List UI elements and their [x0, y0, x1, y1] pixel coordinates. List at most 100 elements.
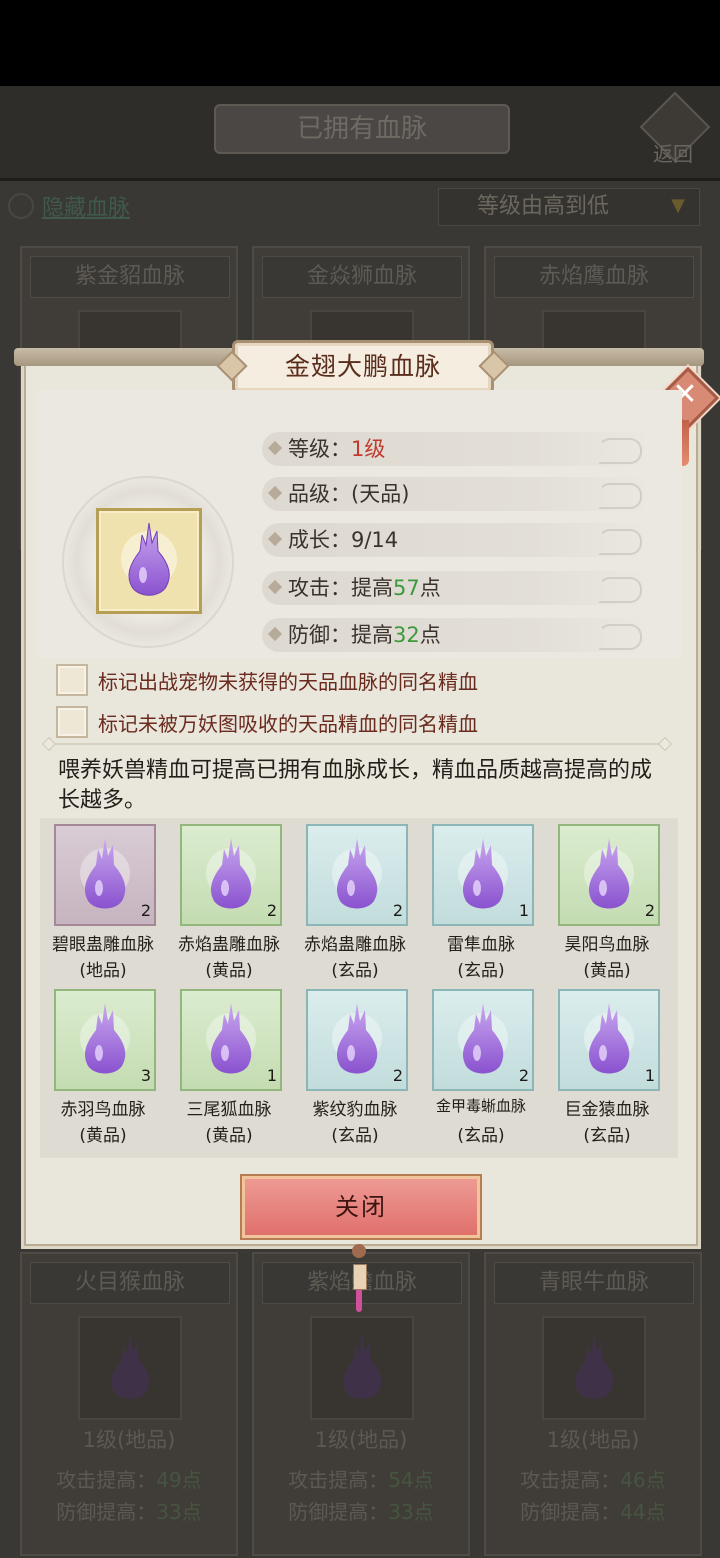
sort-value: 等级由高到低 — [477, 194, 610, 219]
blood-drop-icon — [84, 1003, 126, 1074]
stat-growth: 成长：9/14 — [262, 523, 652, 557]
essence-grade: (玄品) — [457, 1126, 505, 1146]
defense-label: 防御提高： — [56, 1500, 157, 1524]
essence-grade: (黄品) — [583, 961, 631, 981]
stat-value: 1级 — [351, 437, 386, 461]
defense-label: 防御提高： — [288, 1500, 389, 1524]
mark-unowned-checkbox[interactable]: 标记出战宠物未获得的天品血脉的同名精血 — [56, 664, 478, 696]
checkbox-label: 标记未被万妖图吸收的天品精血的同名精血 — [98, 711, 478, 736]
stat-label: 等级： — [288, 437, 351, 461]
stat-prefix: 提高 — [351, 576, 393, 600]
defense-value: 33点 — [156, 1500, 202, 1524]
feed-description: 喂养妖兽精血可提高已拥有血脉成长，精血品质越高提高的成长越多。 — [58, 758, 653, 813]
essence-name: 赤羽鸟血脉 — [60, 1100, 146, 1120]
attack-label: 攻击提高： — [56, 1468, 157, 1492]
close-button[interactable]: 关闭 — [242, 1176, 480, 1238]
essence-icon: 3 — [54, 989, 156, 1091]
defense-value: 33点 — [388, 1500, 434, 1524]
defense-value: 44点 — [620, 1500, 666, 1524]
essence-grade: (玄品) — [457, 961, 505, 981]
attack-value: 49点 — [156, 1468, 202, 1492]
essence-icon: 2 — [306, 824, 408, 926]
blood-drop-icon — [588, 838, 630, 909]
stat-level: 等级：1级 — [262, 432, 652, 466]
cloud-ornament-icon — [598, 438, 642, 464]
card-defense: 防御提高：44点 — [486, 1496, 700, 1525]
essence-grade: (地品) — [79, 961, 127, 981]
essence-grade: (黄品) — [205, 961, 253, 981]
blood-drop-icon — [462, 1003, 504, 1074]
blood-drop-icon — [210, 1003, 252, 1074]
card-attack: 攻击提高：54点 — [254, 1464, 468, 1493]
stat-value: (天品) — [351, 482, 410, 506]
divider — [46, 743, 670, 745]
essence-icon: 2 — [180, 824, 282, 926]
essence-count: 2 — [266, 901, 277, 920]
card-defense: 防御提高：33点 — [254, 1496, 468, 1525]
chevron-down-icon: ▼ — [671, 195, 685, 216]
bullet-icon — [267, 440, 283, 456]
cloud-ornament-icon — [598, 529, 642, 555]
stat-prefix: 提高 — [351, 623, 393, 647]
essence-count: 2 — [644, 901, 655, 920]
bullet-icon — [267, 485, 283, 501]
checkbox[interactable] — [56, 706, 88, 738]
essence-count: 3 — [140, 1066, 151, 1085]
essence-name: 碧眼蛊雕血脉 — [52, 935, 154, 955]
essence-icon: 1 — [180, 989, 282, 1091]
bloodline-card[interactable]: 火目猴血脉 1级(地品) 攻击提高：49点 防御提高：33点 — [20, 1252, 238, 1556]
mark-unabsorbed-checkbox[interactable]: 标记未被万妖图吸收的天品精血的同名精血 — [56, 706, 478, 738]
blood-drop-icon — [336, 1003, 378, 1074]
essence-count: 1 — [266, 1066, 277, 1085]
card-name: 金焱狮血脉 — [262, 256, 462, 298]
attack-label: 攻击提高： — [288, 1468, 389, 1492]
bullet-icon — [267, 626, 283, 642]
card-icon — [310, 1316, 414, 1420]
stat-label: 防御： — [288, 623, 351, 647]
stat-suffix: 点 — [419, 623, 441, 647]
essence-icon: 1 — [558, 989, 660, 1091]
blood-drop-icon — [575, 1334, 614, 1399]
sort-dropdown[interactable]: 等级由高到低 ▼ — [438, 188, 700, 226]
card-icon — [542, 1316, 646, 1420]
essence-icon: 2 — [306, 989, 408, 1091]
blood-drop-icon — [462, 838, 504, 909]
checkbox[interactable] — [56, 664, 88, 696]
stat-label: 成长： — [288, 528, 351, 552]
essence-icon: 2 — [54, 824, 156, 926]
essence-icon: 1 — [432, 824, 534, 926]
dialog-title: 金翅大鹏血脉 — [232, 340, 494, 394]
bloodline-icon — [96, 508, 202, 614]
scene-title: 已拥有血脉 — [214, 104, 510, 154]
bloodline-card[interactable]: 青眼牛血脉 1级(地品) 攻击提高：46点 防御提高：44点 — [484, 1252, 702, 1556]
essence-name: 雷隼血脉 — [447, 935, 515, 955]
essence-name: 金甲毒蜥血脉 — [435, 1097, 526, 1115]
bell-pendant-icon — [352, 1244, 367, 1314]
essence-grade: (玄品) — [583, 1126, 631, 1146]
checkbox-label: 标记出战宠物未获得的天品血脉的同名精血 — [98, 669, 478, 694]
card-name: 青眼牛血脉 — [494, 1262, 694, 1304]
cloud-ornament-icon — [598, 577, 642, 603]
attack-value: 54点 — [388, 1468, 434, 1492]
hidden-bloodline-toggle[interactable]: 隐藏血脉 — [8, 192, 130, 221]
blood-drop-icon — [588, 1003, 630, 1074]
stat-label: 攻击： — [288, 576, 351, 600]
attack-label: 攻击提高： — [520, 1468, 621, 1492]
essence-name: 紫纹豹血脉 — [312, 1100, 398, 1120]
essence-count: 2 — [392, 1066, 403, 1085]
bullet-icon — [267, 531, 283, 547]
essence-count: 1 — [518, 901, 529, 920]
bullet-icon — [267, 579, 283, 595]
stat-label: 品级： — [288, 482, 351, 506]
blood-drop-icon — [111, 1334, 150, 1399]
card-name: 赤焰鹰血脉 — [494, 256, 694, 298]
card-level: 1级(地品) — [314, 1428, 408, 1452]
essence-name: 赤焰蛊雕血脉 — [304, 935, 406, 955]
back-label: 返回 — [653, 142, 693, 166]
back-button[interactable]: 返回 — [639, 91, 711, 166]
essence-name: 巨金猿血脉 — [564, 1100, 650, 1120]
blood-drop-icon — [128, 522, 170, 596]
stat-defense: 防御：提高32点 — [262, 618, 652, 652]
stat-value: 9/14 — [351, 528, 399, 552]
essence-count: 1 — [644, 1066, 655, 1085]
